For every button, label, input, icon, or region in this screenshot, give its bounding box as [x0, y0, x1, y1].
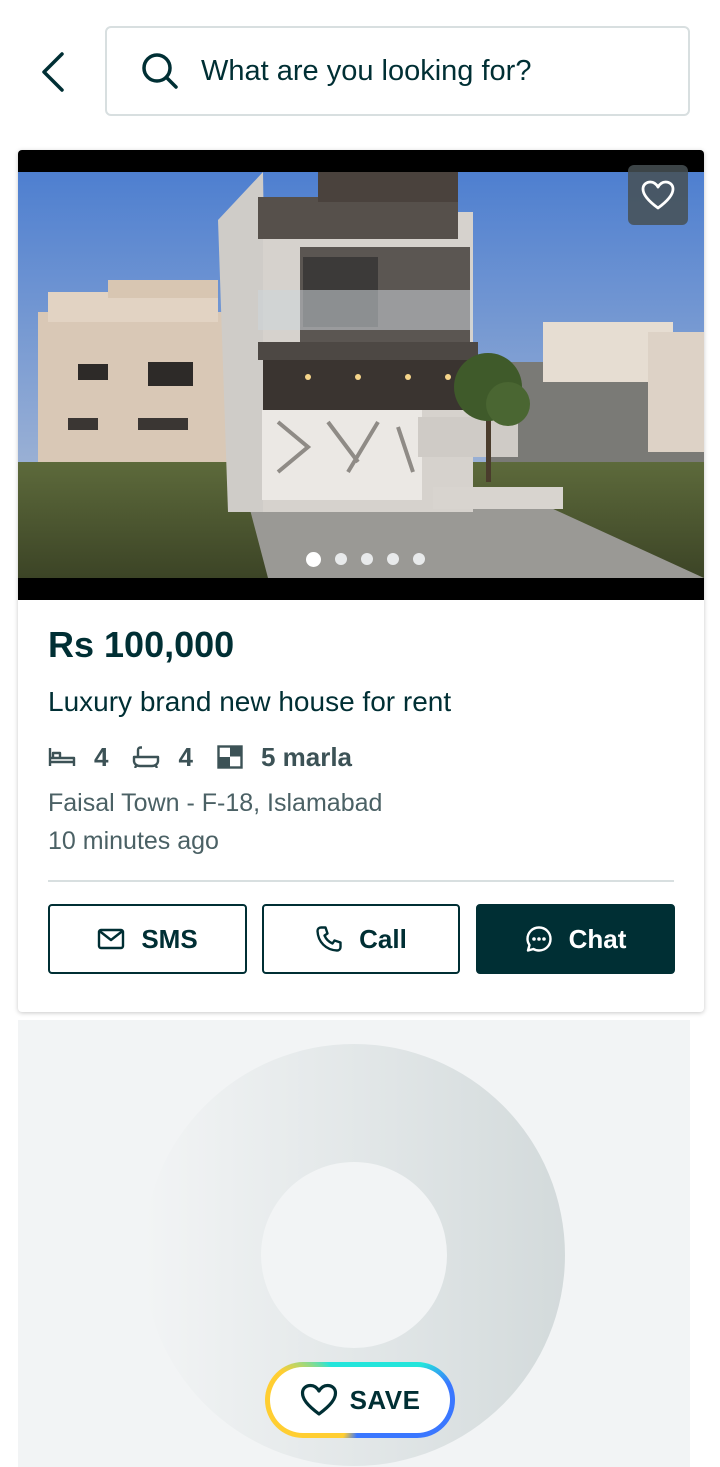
chat-label: Chat — [568, 923, 627, 954]
bedrooms-count: 4 — [94, 741, 109, 772]
back-button[interactable] — [30, 46, 74, 98]
mail-icon — [98, 928, 125, 950]
pagination-dot[interactable] — [334, 553, 347, 565]
listing-location: Faisal Town - F-18, Islamabad — [48, 789, 383, 817]
heart-icon — [300, 1383, 337, 1416]
bathrooms-count: 4 — [178, 741, 193, 772]
spec-bathrooms: 4 — [132, 741, 193, 773]
search-icon — [142, 53, 178, 89]
chat-bubble-icon — [525, 926, 552, 952]
heart-icon — [641, 180, 675, 210]
favorite-button[interactable] — [628, 165, 688, 225]
bath-icon — [133, 746, 160, 768]
house-photo — [18, 172, 704, 578]
listing-title[interactable]: Luxury brand new house for rent — [48, 686, 451, 718]
pagination-dot[interactable] — [305, 552, 321, 567]
search-input[interactable] — [201, 54, 641, 88]
save-button-inner: SAVE — [270, 1367, 450, 1433]
save-button[interactable]: SAVE — [265, 1362, 455, 1438]
spec-area: 5 marla — [217, 742, 352, 773]
save-label: SAVE — [349, 1384, 421, 1415]
area-icon — [217, 745, 243, 769]
top-bar — [0, 0, 720, 140]
bed-icon — [48, 748, 76, 766]
chevron-left-icon — [42, 52, 64, 92]
chat-button[interactable]: Chat — [476, 904, 675, 974]
spec-bedrooms: 4 — [48, 742, 108, 773]
image-pagination — [18, 552, 704, 567]
pagination-dot[interactable] — [386, 553, 399, 565]
listing-posted-time: 10 minutes ago — [48, 827, 219, 855]
listing-price: Rs 100,000 — [48, 624, 235, 665]
card-divider — [48, 880, 674, 882]
area-value: 5 marla — [260, 741, 353, 772]
call-button[interactable]: Call — [262, 904, 460, 974]
listing-specs: 4 4 5 marla — [48, 740, 376, 774]
phone-icon — [316, 926, 342, 952]
sms-button[interactable]: SMS — [48, 904, 247, 974]
search-box[interactable] — [105, 26, 690, 116]
pagination-dot[interactable] — [412, 553, 425, 565]
listing-card[interactable]: Rs 100,000 Luxury brand new house for re… — [18, 150, 704, 1012]
listing-photo[interactable] — [18, 150, 704, 600]
call-label: Call — [359, 923, 407, 954]
pagination-dot[interactable] — [360, 553, 373, 565]
sms-label: SMS — [141, 923, 198, 954]
